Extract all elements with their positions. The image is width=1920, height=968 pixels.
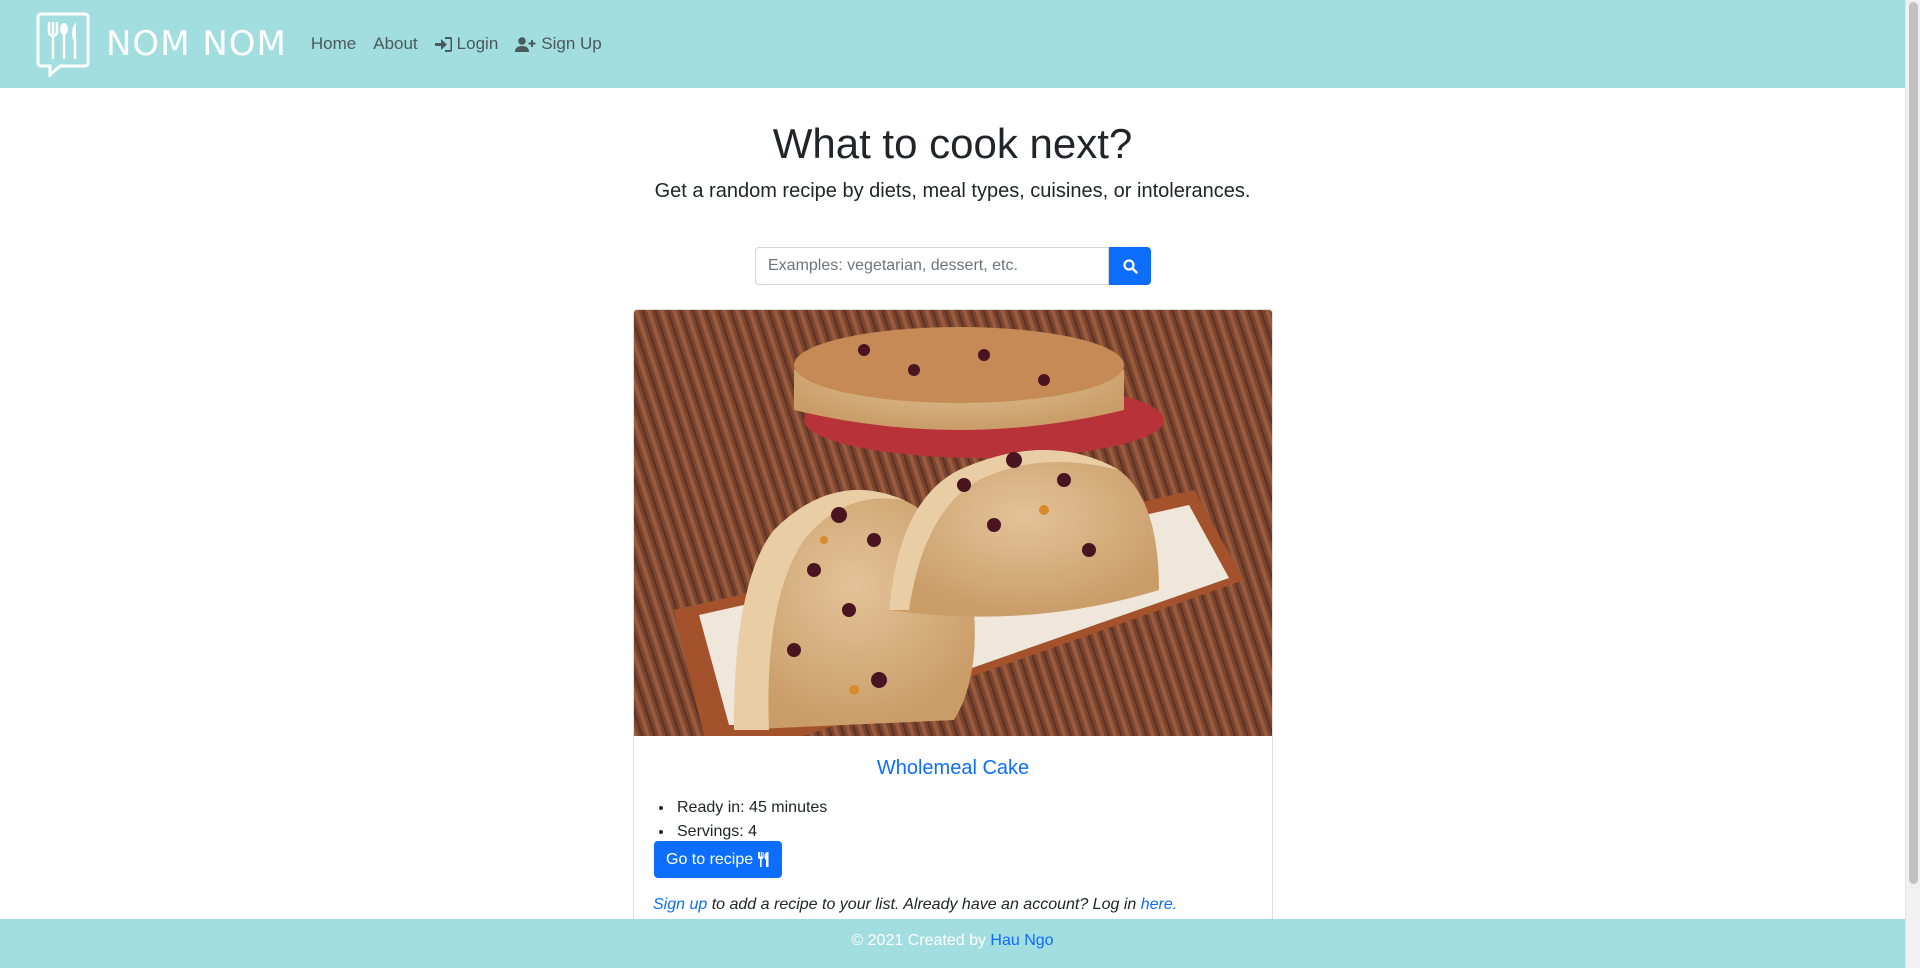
nav-signup-label: Sign Up — [541, 34, 602, 53]
recipe-details-list: Ready in: 45 minutes Servings: 4 — [674, 796, 827, 844]
recipe-title-link[interactable]: Wholemeal Cake — [634, 757, 1272, 780]
recipe-card: Wholemeal Cake Ready in: 45 minutes Serv… — [633, 309, 1273, 929]
nav-about-link[interactable]: About — [373, 34, 417, 54]
nav-login-link[interactable]: Login — [434, 34, 499, 54]
search-button[interactable] — [1109, 247, 1151, 285]
page-subtitle: Get a random recipe by diets, meal types… — [654, 180, 1251, 202]
nav-home-link[interactable]: Home — [311, 34, 356, 54]
navbar: NOM NOM Home About Login Sign Up — [0, 0, 1905, 88]
brand-link[interactable]: NOM NOM — [36, 11, 287, 77]
nav-home-label: Home — [310, 34, 357, 53]
nav-menu: Home About Login Sign Up — [311, 34, 619, 54]
go-to-recipe-button[interactable]: Go to recipe — [654, 841, 783, 878]
signup-prompt-text: to add a recipe to your list. Already ha… — [707, 896, 1141, 913]
nav-signup-link[interactable]: Sign Up — [515, 34, 602, 54]
footer: © 2021 Created by Hau Ngo — [0, 919, 1905, 968]
page-scrollbar[interactable] — [1905, 0, 1920, 968]
fork-spoon-knife-logo-icon — [36, 12, 90, 77]
search-input[interactable] — [755, 247, 1109, 285]
search-icon — [1122, 258, 1138, 274]
login-here-link[interactable]: here. — [1141, 896, 1177, 913]
scrollbar-thumb[interactable] — [1909, 2, 1918, 884]
brand-name: NOM NOM — [106, 24, 287, 64]
go-to-recipe-label: Go to recipe — [666, 850, 754, 868]
signup-prompt: Sign up to add a recipe to your list. Al… — [653, 896, 1177, 914]
footer-text: © 2021 Created by — [851, 932, 991, 949]
page-title: What to cook next? — [772, 120, 1133, 167]
sign-in-icon — [434, 36, 452, 52]
recipe-ready-time: Ready in: 45 minutes — [674, 796, 827, 820]
recipe-image — [634, 310, 1272, 736]
utensils-icon — [758, 852, 769, 867]
footer-author-link[interactable]: Hau Ngo — [990, 932, 1053, 949]
recipe-search-form — [755, 247, 1151, 285]
signup-link[interactable]: Sign up — [653, 896, 707, 913]
nav-login-label: Login — [456, 34, 499, 53]
user-plus-icon — [515, 36, 536, 52]
nav-about-label: About — [373, 34, 418, 53]
